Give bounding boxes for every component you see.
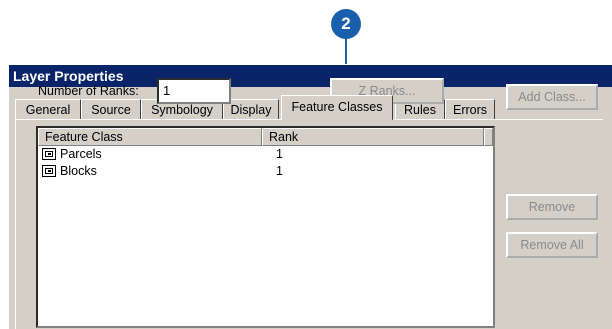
column-header-filler xyxy=(484,128,493,146)
number-of-ranks-input[interactable]: 1 xyxy=(157,78,231,104)
tab-feature-classes[interactable]: Feature Classes xyxy=(281,95,393,120)
feature-class-list[interactable]: Feature Class Rank Parcels 1 Blocks 1 xyxy=(36,126,495,328)
add-class-button[interactable]: Add Class... xyxy=(506,84,598,110)
tab-source[interactable]: Source xyxy=(81,99,141,119)
feature-class-rank: 1 xyxy=(276,164,283,178)
column-header-rank[interactable]: Rank xyxy=(262,128,484,146)
tab-errors[interactable]: Errors xyxy=(445,99,495,119)
feature-class-name: Parcels xyxy=(60,147,102,161)
column-header-feature-class[interactable]: Feature Class xyxy=(38,128,262,146)
feature-class-rank: 1 xyxy=(276,147,283,161)
table-row[interactable]: Blocks 1 xyxy=(40,163,490,180)
tab-display[interactable]: Display xyxy=(223,99,279,119)
dialog-title: Layer Properties xyxy=(13,68,124,84)
remove-all-button[interactable]: Remove All xyxy=(506,232,598,258)
tab-general[interactable]: General xyxy=(15,99,81,119)
table-row[interactable]: Parcels 1 xyxy=(40,146,490,163)
remove-button[interactable]: Remove xyxy=(506,194,598,220)
number-of-ranks-label: Number of Ranks: xyxy=(38,84,139,98)
feature-class-icon xyxy=(42,165,56,177)
callout-number: 2 xyxy=(341,14,351,33)
feature-class-name: Blocks xyxy=(60,164,97,178)
feature-class-icon xyxy=(42,148,56,160)
step-callout-badge: 2 xyxy=(331,9,361,39)
